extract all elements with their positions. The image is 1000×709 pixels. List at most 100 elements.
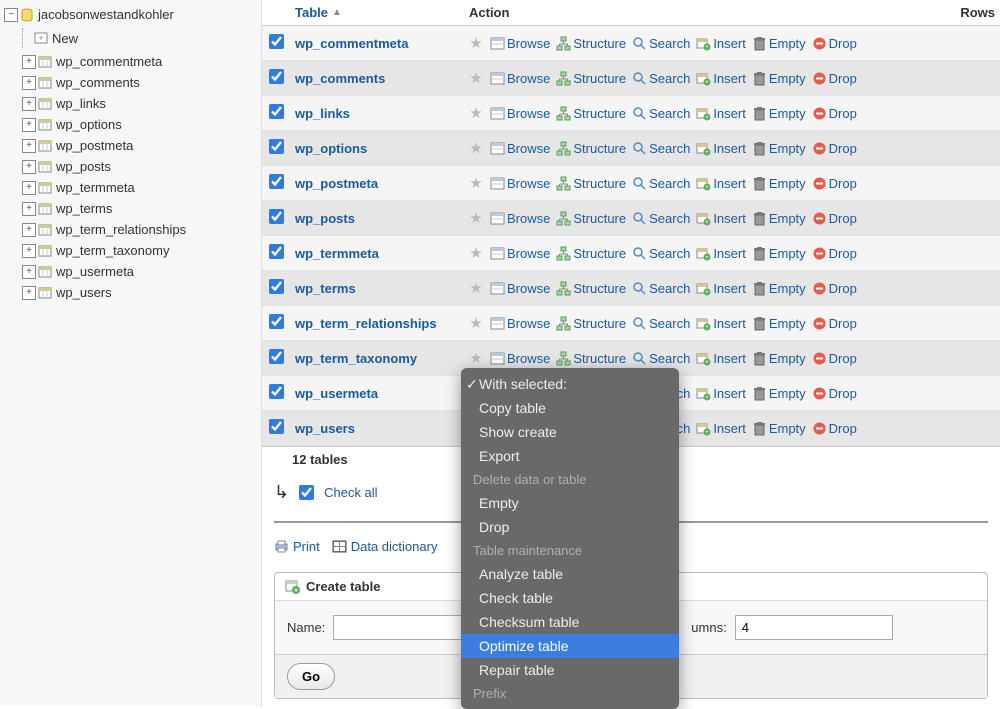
favorite-star-icon[interactable]: ★ <box>469 175 482 192</box>
check-all-label[interactable]: Check all <box>324 485 377 500</box>
table-name-link[interactable]: wp_users <box>290 416 464 441</box>
empty-link[interactable]: Empty <box>752 211 806 226</box>
menu-empty[interactable]: Empty <box>461 491 679 515</box>
browse-link[interactable]: Browse <box>490 176 550 191</box>
structure-link[interactable]: Structure <box>556 316 626 331</box>
insert-link[interactable]: +Insert <box>696 141 746 156</box>
menu-repair[interactable]: Repair table <box>461 658 679 682</box>
drop-link[interactable]: Drop <box>812 421 857 436</box>
row-checkbox[interactable] <box>269 314 284 329</box>
menu-copy-table[interactable]: Copy table <box>461 396 679 420</box>
table-name-link[interactable]: wp_comments <box>290 66 464 91</box>
tree-expand-icon[interactable]: + <box>22 202 36 216</box>
empty-link[interactable]: Empty <box>752 386 806 401</box>
drop-link[interactable]: Drop <box>812 211 857 226</box>
menu-checksum[interactable]: Checksum table <box>461 610 679 634</box>
columns-input[interactable] <box>735 615 893 640</box>
drop-link[interactable]: Drop <box>812 281 857 296</box>
tree-expand-icon[interactable]: + <box>22 160 36 174</box>
table-name-link[interactable]: wp_usermeta <box>290 381 464 406</box>
structure-link[interactable]: Structure <box>556 351 626 366</box>
data-dictionary-link[interactable]: Data dictionary <box>332 539 438 554</box>
drop-link[interactable]: Drop <box>812 36 857 51</box>
sidebar-table-link[interactable]: wp_termmeta <box>56 180 135 195</box>
go-button[interactable]: Go <box>287 663 335 690</box>
row-checkbox[interactable] <box>269 34 284 49</box>
search-link[interactable]: Search <box>632 71 690 86</box>
browse-link[interactable]: Browse <box>490 351 550 366</box>
tree-expand-icon[interactable]: + <box>22 76 36 90</box>
insert-link[interactable]: +Insert <box>696 351 746 366</box>
sidebar-table-link[interactable]: wp_postmeta <box>56 138 133 153</box>
browse-link[interactable]: Browse <box>490 71 550 86</box>
insert-link[interactable]: +Insert <box>696 421 746 436</box>
sidebar-table-link[interactable]: wp_options <box>56 117 122 132</box>
database-name[interactable]: jacobsonwestandkohler <box>38 7 174 22</box>
empty-link[interactable]: Empty <box>752 246 806 261</box>
table-name-link[interactable]: wp_termmeta <box>290 241 464 266</box>
new-link[interactable]: New <box>52 31 78 46</box>
row-checkbox[interactable] <box>269 384 284 399</box>
empty-link[interactable]: Empty <box>752 176 806 191</box>
browse-link[interactable]: Browse <box>490 281 550 296</box>
search-link[interactable]: Search <box>632 106 690 121</box>
browse-link[interactable]: Browse <box>490 36 550 51</box>
tree-expand-icon[interactable]: + <box>22 139 36 153</box>
drop-link[interactable]: Drop <box>812 386 857 401</box>
menu-optimize[interactable]: Optimize table <box>461 634 679 658</box>
structure-link[interactable]: Structure <box>556 211 626 226</box>
sidebar-table-link[interactable]: wp_term_relationships <box>56 222 186 237</box>
sidebar-table-link[interactable]: wp_terms <box>56 201 112 216</box>
browse-link[interactable]: Browse <box>490 211 550 226</box>
drop-link[interactable]: Drop <box>812 106 857 121</box>
table-name-link[interactable]: wp_links <box>290 101 464 126</box>
structure-link[interactable]: Structure <box>556 36 626 51</box>
favorite-star-icon[interactable]: ★ <box>469 70 482 87</box>
insert-link[interactable]: +Insert <box>696 281 746 296</box>
drop-link[interactable]: Drop <box>812 246 857 261</box>
tree-expand-icon[interactable]: + <box>22 265 36 279</box>
empty-link[interactable]: Empty <box>752 281 806 296</box>
sidebar-table-link[interactable]: wp_users <box>56 285 112 300</box>
row-checkbox[interactable] <box>269 69 284 84</box>
table-name-link[interactable]: wp_options <box>290 136 464 161</box>
row-checkbox[interactable] <box>269 279 284 294</box>
empty-link[interactable]: Empty <box>752 71 806 86</box>
favorite-star-icon[interactable]: ★ <box>469 315 482 332</box>
empty-link[interactable]: Empty <box>752 106 806 121</box>
menu-drop[interactable]: Drop <box>461 515 679 539</box>
structure-link[interactable]: Structure <box>556 141 626 156</box>
row-checkbox[interactable] <box>269 419 284 434</box>
insert-link[interactable]: +Insert <box>696 106 746 121</box>
favorite-star-icon[interactable]: ★ <box>469 245 482 262</box>
search-link[interactable]: Search <box>632 281 690 296</box>
tree-expand-icon[interactable]: + <box>22 244 36 258</box>
empty-link[interactable]: Empty <box>752 351 806 366</box>
table-name-link[interactable]: wp_term_taxonomy <box>290 346 464 371</box>
drop-link[interactable]: Drop <box>812 141 857 156</box>
insert-link[interactable]: +Insert <box>696 36 746 51</box>
insert-link[interactable]: +Insert <box>696 211 746 226</box>
check-all-checkbox[interactable] <box>299 485 314 500</box>
tree-expand-icon[interactable]: + <box>22 223 36 237</box>
insert-link[interactable]: +Insert <box>696 316 746 331</box>
row-checkbox[interactable] <box>269 139 284 154</box>
favorite-star-icon[interactable]: ★ <box>469 350 482 367</box>
structure-link[interactable]: Structure <box>556 106 626 121</box>
search-link[interactable]: Search <box>632 141 690 156</box>
search-link[interactable]: Search <box>632 351 690 366</box>
favorite-star-icon[interactable]: ★ <box>469 210 482 227</box>
browse-link[interactable]: Browse <box>490 246 550 261</box>
browse-link[interactable]: Browse <box>490 141 550 156</box>
menu-show-create[interactable]: Show create <box>461 420 679 444</box>
tree-expand-icon[interactable]: + <box>22 97 36 111</box>
favorite-star-icon[interactable]: ★ <box>469 280 482 297</box>
table-name-link[interactable]: wp_terms <box>290 276 464 301</box>
table-name-link[interactable]: wp_commentmeta <box>290 31 464 56</box>
insert-link[interactable]: +Insert <box>696 71 746 86</box>
table-name-link[interactable]: wp_posts <box>290 206 464 231</box>
menu-export[interactable]: Export <box>461 444 679 468</box>
row-checkbox[interactable] <box>269 349 284 364</box>
drop-link[interactable]: Drop <box>812 351 857 366</box>
tree-collapse-icon[interactable]: − <box>4 8 18 22</box>
